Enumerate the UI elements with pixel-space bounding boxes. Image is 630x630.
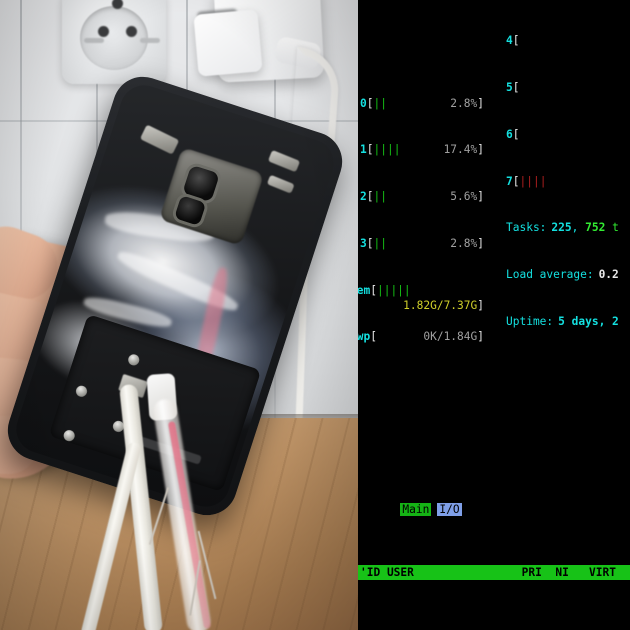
cpu-value-2: 5.6% [450,190,478,204]
cpu-meter-row-4: 4[ [506,34,520,48]
mem-bars: ||||| [376,283,411,297]
cpu-bars-2: || [373,190,387,204]
socket-pin-hole [98,26,109,37]
tasks-row: Tasks: 225, 752 t [506,221,619,235]
cpu-id-1: 1 [360,143,367,157]
cpu-meter-row-5: 5[ [506,80,520,94]
tab-io[interactable]: I/O [437,503,462,516]
cpu-value-3: 2.8% [450,236,478,250]
function-key-bar[interactable]: elp F2Setup F3SearchF4FilterF5Tree [358,614,630,630]
meters-right-panel: 4[ 5[ 6[ 7[|||| Tasks: 225, 752 t Load av… [506,2,630,361]
uptime-value: 5 days, 2 [558,314,619,328]
metal-shield-tab [139,124,180,155]
cpu-bars-1: |||| [373,143,401,157]
tasks-label: Tasks: [506,221,547,235]
tasks-count: 225 [551,221,572,235]
process-table-header[interactable]: 'ID USER PRI NI VIRT RES SH [358,564,630,581]
power-adapter-body [193,9,263,77]
screenshot-root: 0[|| 2.8%] 1[|||| 17.4%] 2[|| 5.6%] 3[|| 2.8… [0,0,630,630]
cpu-bars-7: |||| [519,174,547,188]
socket-pin-hole [126,26,137,37]
tasks-suffix: t [612,221,619,235]
tab-main[interactable]: Main [400,503,432,516]
mem-label: Mem [358,283,371,297]
cpu-bars-0: || [373,96,387,110]
load-value: 0.2 [598,268,619,282]
cpu-id-3: 3 [360,236,367,250]
damaged-phone-photo [0,0,358,630]
cpu-meter-row-7: 7[|||| [506,174,547,188]
cpu-id-6: 6 [506,127,513,141]
load-average-row: Load average: 0.2 [506,267,630,283]
swp-value: 0K/1.84G [423,330,478,344]
socket-earth-clip [140,38,160,43]
htop-tab-bar[interactable]: Main I/O [358,486,630,516]
cpu-meter-row-6: 6[ [506,127,520,141]
cpu-value-0: 2.8% [450,96,478,110]
swp-label: Swp [358,330,371,344]
cpu-bars-3: || [373,236,387,250]
cpu-id-7: 7 [506,174,513,188]
tasks-threads: 752 [585,221,606,235]
metal-shield-tab [267,149,301,173]
cpu-id-2: 2 [360,190,367,204]
socket-earth-clip [84,38,104,43]
cpu-value-1: 17.4% [443,143,478,157]
uptime-label: Uptime: [506,314,554,328]
htop-terminal[interactable]: 0[|| 2.8%] 1[|||| 17.4%] 2[|| 5.6%] 3[|| 2.8… [358,0,630,630]
cpu-id-4: 4 [506,34,513,48]
metal-shield-tab [266,174,295,194]
mem-value: 1.82G/7.37G [403,299,478,313]
uptime-row: Uptime: 5 days, 2 [506,314,630,330]
cpu-id-0: 0 [360,96,367,110]
cpu-id-5: 5 [506,80,513,94]
load-label: Load average: [506,268,594,282]
